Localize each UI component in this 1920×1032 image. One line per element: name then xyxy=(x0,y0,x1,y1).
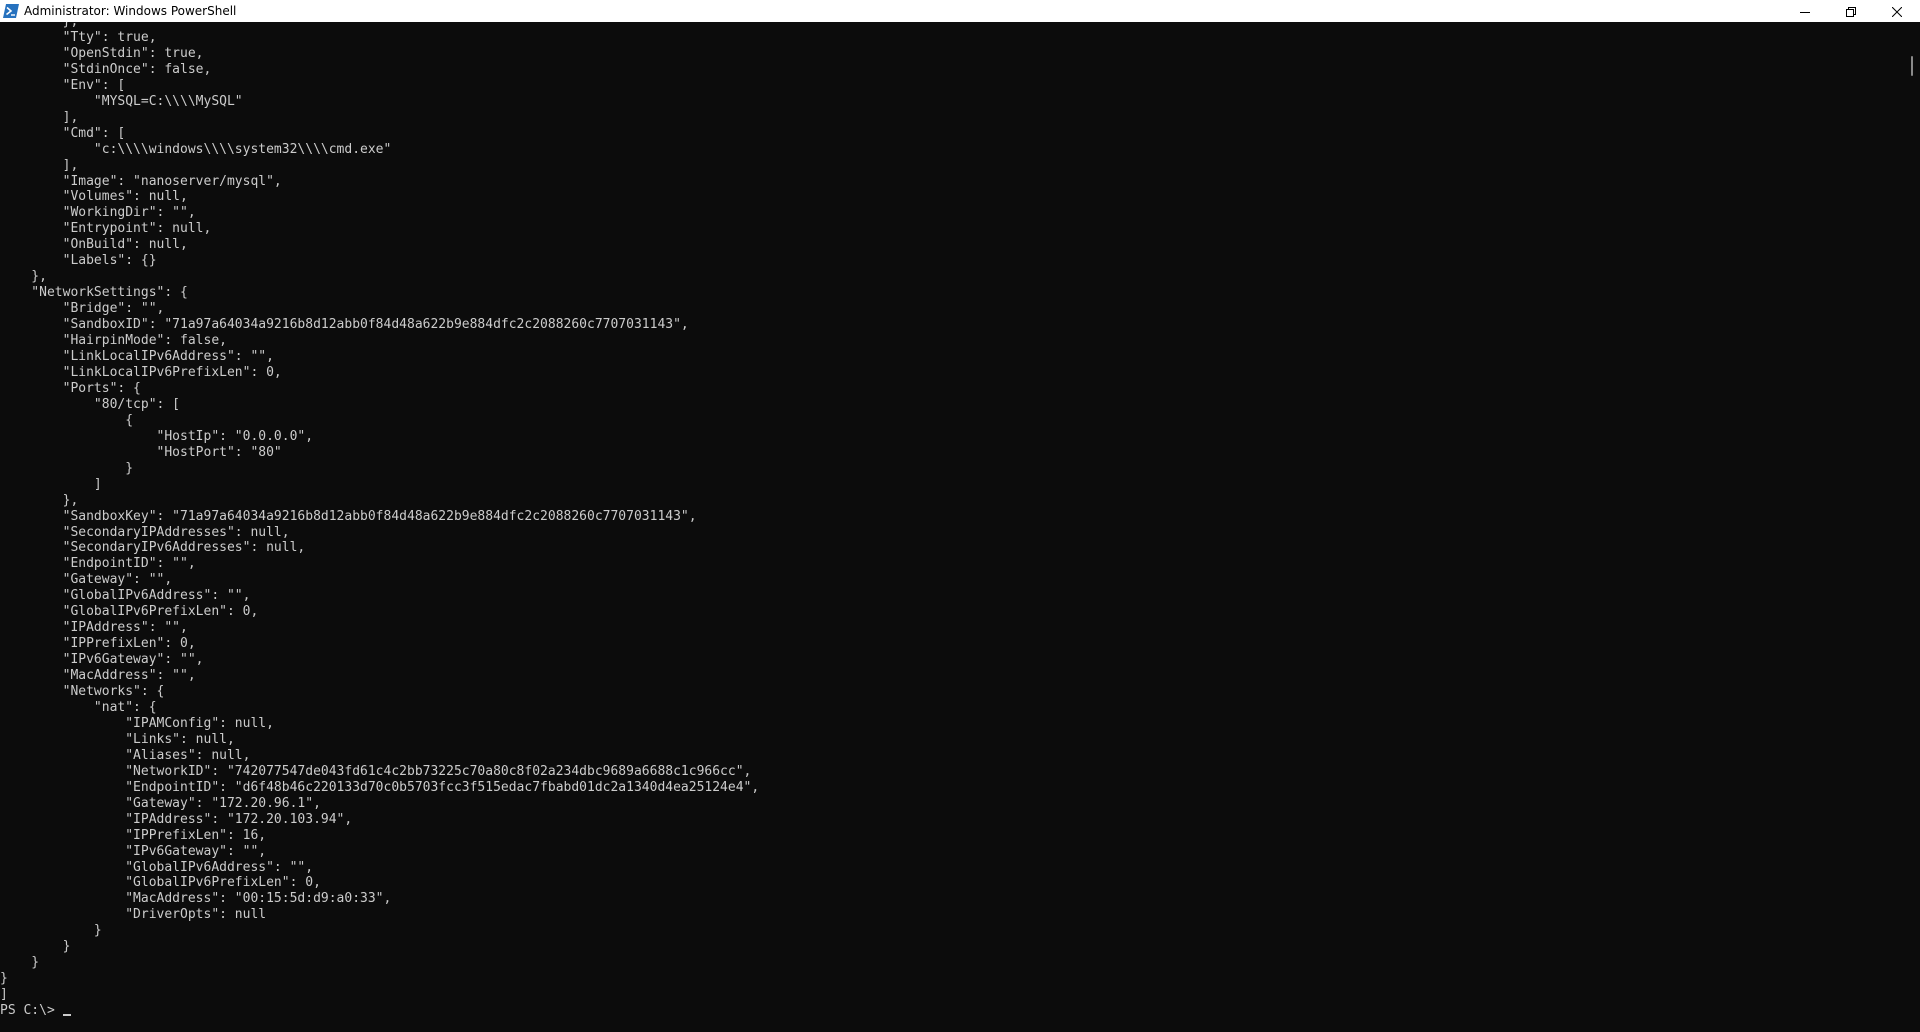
restore-button[interactable] xyxy=(1828,0,1874,22)
close-button[interactable] xyxy=(1874,0,1920,22)
vertical-scrollbar[interactable] xyxy=(1904,22,1920,1032)
powershell-prompt: PS C:\> xyxy=(0,1003,55,1019)
scrollbar-thumb[interactable] xyxy=(1911,56,1913,76)
powershell-window: Administrator: Windows PowerShell "Tty":… xyxy=(0,0,1920,1032)
window-controls xyxy=(1782,0,1920,22)
window-title: Administrator: Windows PowerShell xyxy=(24,4,237,18)
text-cursor xyxy=(62,1014,71,1017)
minimize-button[interactable] xyxy=(1782,0,1828,22)
close-icon xyxy=(1891,2,1903,21)
powershell-icon[interactable] xyxy=(3,3,19,19)
restore-icon xyxy=(1846,2,1856,21)
title-bar[interactable]: Administrator: Windows PowerShell xyxy=(0,0,1920,22)
prompt-line[interactable]: PS C:\> xyxy=(0,1003,759,1019)
command-output-text: }, "Tty": true, "OpenStdin": true, "Stdi… xyxy=(0,22,760,1003)
minimize-icon xyxy=(1800,2,1810,21)
terminal-area[interactable]: }, "Tty": true, "OpenStdin": true, "Stdi… xyxy=(0,22,1904,1032)
terminal-output: }, "Tty": true, "OpenStdin": true, "Stdi… xyxy=(0,22,759,1019)
